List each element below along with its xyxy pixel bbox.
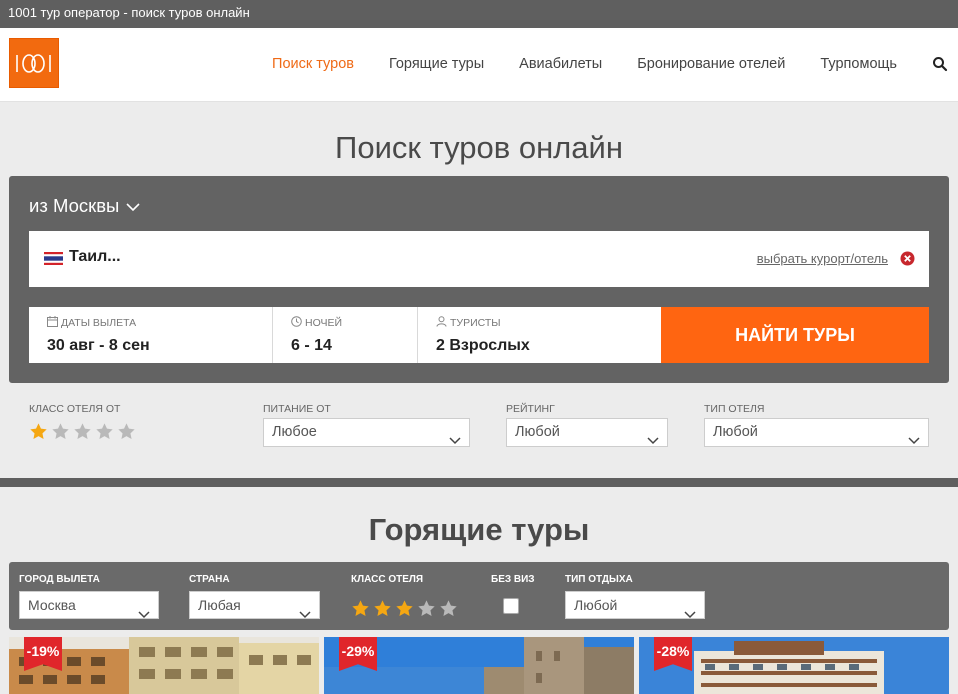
star-filled-icon[interactable] xyxy=(373,599,395,623)
nav-item-hotel-booking[interactable]: Бронирование отелей xyxy=(637,56,785,72)
destination-value: Таил... xyxy=(69,248,121,265)
hot-tours-title: Горящие туры xyxy=(368,512,590,547)
departure-dates-field[interactable]: Даты вылета 30 авг - 8 сен xyxy=(29,307,273,363)
section-divider xyxy=(0,478,958,487)
chevron-down-icon xyxy=(684,601,696,627)
choose-resort-link[interactable]: выбрать курорт/отель xyxy=(757,251,888,266)
hotel-class-filter-label: Класс отеля xyxy=(351,574,424,585)
dates-value: 30 авг - 8 сен xyxy=(47,337,150,354)
no-visa-checkbox[interactable] xyxy=(503,598,519,614)
meal-select[interactable]: Любое xyxy=(263,418,470,447)
search-filters: Класс отеля от Питание от Любое Рейтинг … xyxy=(0,403,958,453)
search-params: Даты вылета 30 авг - 8 сен Ночей 6 - 14 … xyxy=(29,307,661,363)
rest-type-label: Тип отдыха xyxy=(565,574,633,585)
departure-city-filter-label: Город вылета xyxy=(19,574,100,585)
top-navigation: Поиск туров Горящие туры Авиабилеты Брон… xyxy=(0,28,958,102)
find-tours-button[interactable]: НАЙТИ ТУРЫ xyxy=(661,307,929,363)
departure-city-select[interactable]: из Москвы xyxy=(29,195,140,217)
rating-label: Рейтинг xyxy=(506,403,555,415)
country-filter-label: Страна xyxy=(189,574,230,585)
window-title: 1001 тур оператор - поиск туров онлайн xyxy=(0,0,958,28)
chevron-down-icon xyxy=(647,428,659,455)
nav-item-tour-help[interactable]: Турпомощь xyxy=(820,56,897,72)
meal-label: Питание от xyxy=(263,403,331,415)
chevron-down-icon xyxy=(138,601,150,627)
nights-field[interactable]: Ночей 6 - 14 xyxy=(273,307,418,363)
star-filled-icon[interactable] xyxy=(29,422,51,446)
hotel-class-filter-stars[interactable] xyxy=(351,599,461,623)
chevron-down-icon xyxy=(126,195,140,217)
country-filter[interactable]: Любая xyxy=(189,591,320,619)
chevron-down-icon xyxy=(299,601,311,627)
star-empty-icon[interactable] xyxy=(439,599,461,623)
star-empty-icon[interactable] xyxy=(95,422,117,446)
departure-city-label: из Москвы xyxy=(29,195,120,216)
tourists-field[interactable]: Туристы 2 Взрослых xyxy=(418,307,661,363)
search-icon[interactable] xyxy=(932,56,948,72)
star-empty-icon[interactable] xyxy=(51,422,73,446)
departure-city-filter-value: Москва xyxy=(28,597,76,613)
hot-tour-card[interactable]: -29% xyxy=(324,637,634,694)
clear-icon[interactable] xyxy=(900,251,915,266)
star-empty-icon[interactable] xyxy=(73,422,95,446)
hot-tour-card[interactable]: -19% xyxy=(9,637,319,694)
destination-field[interactable]: Таил... выбрать курорт/отель xyxy=(29,231,929,287)
departure-city-filter[interactable]: Москва xyxy=(19,591,159,619)
hotel-type-label: Тип отеля xyxy=(704,403,765,415)
no-visa-label: Без виз xyxy=(491,574,535,585)
star-empty-icon[interactable] xyxy=(417,599,439,623)
thailand-flag-icon xyxy=(44,252,63,265)
user-icon xyxy=(436,316,450,330)
rating-value: Любой xyxy=(515,424,560,440)
hot-tour-card[interactable]: -28% xyxy=(639,637,949,694)
nav-item-hot-tours[interactable]: Горящие туры xyxy=(389,56,484,72)
tourists-value: 2 Взрослых xyxy=(436,337,530,354)
hotel-type-select[interactable]: Любой xyxy=(704,418,929,447)
main-nav: Поиск туров Горящие туры Авиабилеты Брон… xyxy=(272,53,958,75)
nav-item-flights[interactable]: Авиабилеты xyxy=(519,56,602,72)
nights-value: 6 - 14 xyxy=(291,337,332,354)
nights-label: Ночей xyxy=(305,317,343,329)
rating-select[interactable]: Любой xyxy=(506,418,668,447)
rest-type-filter[interactable]: Любой xyxy=(565,591,705,619)
calendar-icon xyxy=(47,316,61,330)
tourists-label: Туристы xyxy=(450,317,501,329)
search-panel: из Москвы Таил... выбрать курорт/отель Д… xyxy=(9,176,949,383)
country-filter-value: Любая xyxy=(198,597,241,613)
chevron-down-icon xyxy=(908,428,920,455)
rest-type-value: Любой xyxy=(574,597,618,613)
nav-item-tour-search[interactable]: Поиск туров xyxy=(272,56,354,72)
star-filled-icon[interactable] xyxy=(395,599,417,623)
hot-tour-cards: -19% -29% -28% xyxy=(9,637,949,694)
meal-value: Любое xyxy=(272,424,317,440)
star-empty-icon[interactable] xyxy=(117,422,139,446)
hot-tours-filter-bar: Город вылета Москва Страна Любая Класс о… xyxy=(9,562,949,630)
star-filled-icon[interactable] xyxy=(351,599,373,623)
hotel-type-value: Любой xyxy=(713,424,758,440)
chevron-down-icon xyxy=(449,428,461,455)
hotel-class-label: Класс отеля от xyxy=(29,403,121,415)
hotel-class-stars[interactable] xyxy=(29,422,139,446)
logo[interactable] xyxy=(9,38,59,88)
page-title: Поиск туров онлайн xyxy=(335,130,623,165)
dates-label: Даты вылета xyxy=(61,317,137,329)
clock-icon xyxy=(291,316,305,330)
